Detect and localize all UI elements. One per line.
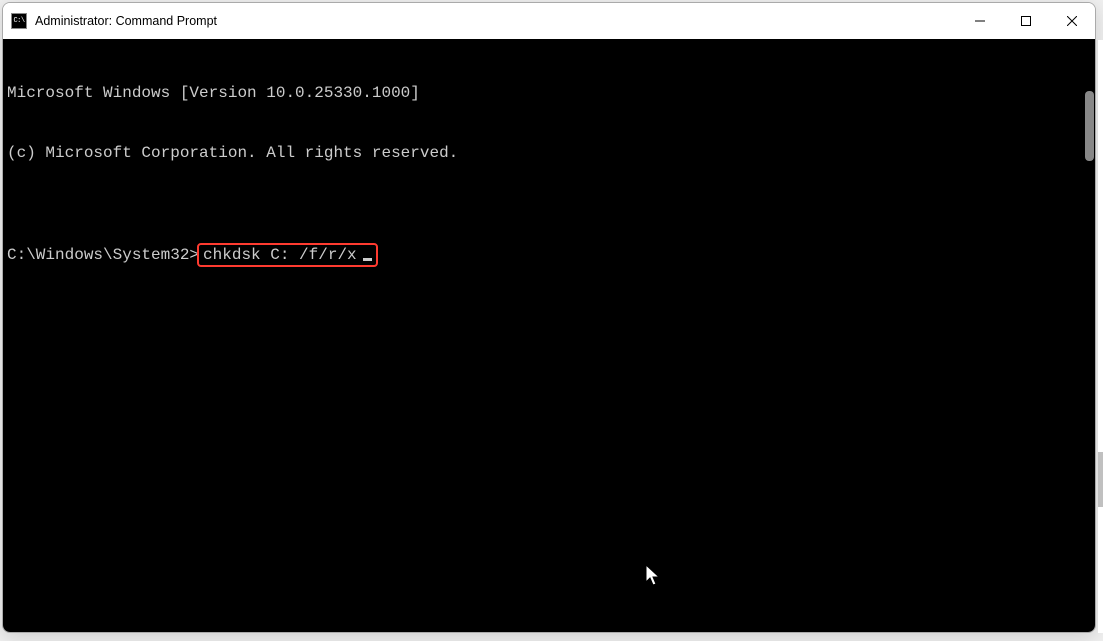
command-prompt-window: C:\ Administrator: Command Prompt Micros… [2, 2, 1096, 633]
maximize-icon [1021, 16, 1031, 26]
close-button[interactable] [1049, 3, 1095, 39]
prompt-path: C:\Windows\System32> [7, 245, 199, 265]
terminal-prompt-line: C:\Windows\System32>chkdsk C: /f/r/x [7, 243, 1095, 267]
close-icon [1067, 16, 1077, 26]
command-text: chkdsk C: /f/r/x [203, 245, 357, 265]
window-controls [957, 3, 1095, 39]
page-scrollbar-thumb[interactable] [1098, 452, 1103, 507]
terminal-area[interactable]: Microsoft Windows [Version 10.0.25330.10… [3, 39, 1095, 632]
terminal-output-line: (c) Microsoft Corporation. All rights re… [7, 143, 1095, 163]
text-cursor [363, 258, 372, 261]
window-title: Administrator: Command Prompt [35, 14, 957, 28]
terminal-scrollbar[interactable] [1085, 91, 1094, 161]
command-highlight: chkdsk C: /f/r/x [197, 243, 378, 267]
page-scrollbar-track [1098, 40, 1103, 633]
minimize-button[interactable] [957, 3, 1003, 39]
terminal-output-line: Microsoft Windows [Version 10.0.25330.10… [7, 83, 1095, 103]
titlebar[interactable]: C:\ Administrator: Command Prompt [3, 3, 1095, 39]
maximize-button[interactable] [1003, 3, 1049, 39]
cmd-icon: C:\ [11, 13, 27, 29]
minimize-icon [975, 16, 985, 26]
